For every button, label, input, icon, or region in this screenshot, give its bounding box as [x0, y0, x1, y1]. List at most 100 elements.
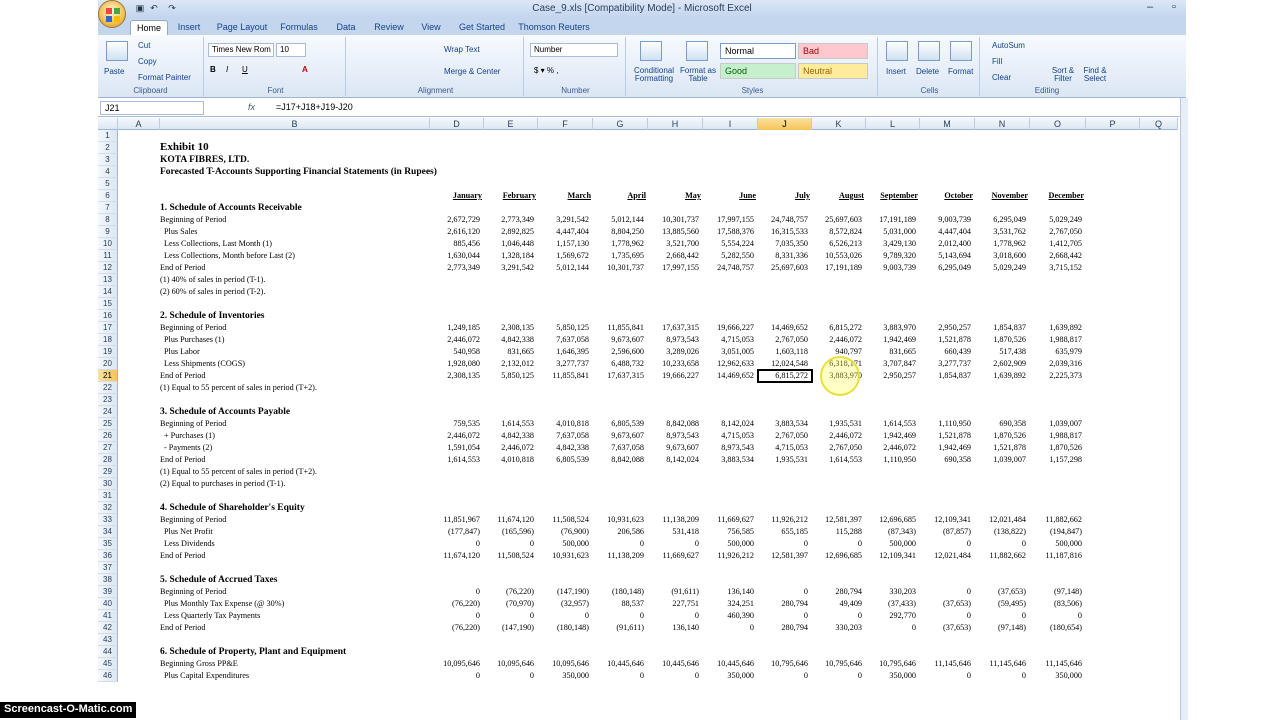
row-header-7[interactable]: 7: [98, 202, 118, 214]
table-cell[interactable]: 3,531,762: [974, 227, 1026, 236]
table-cell[interactable]: 350,000: [702, 671, 754, 680]
row-header-11[interactable]: 11: [98, 250, 118, 262]
table-cell[interactable]: (180,654): [1030, 623, 1082, 632]
table-cell[interactable]: 8,842,088: [592, 455, 644, 464]
table-cell[interactable]: 8,842,088: [647, 419, 699, 428]
office-button[interactable]: [98, 0, 126, 28]
table-cell[interactable]: 0: [810, 611, 862, 620]
table-cell[interactable]: 635,979: [1030, 347, 1082, 356]
table-cell[interactable]: 12,109,341: [864, 551, 916, 560]
table-cell[interactable]: (76,220): [428, 623, 480, 632]
row-header-26[interactable]: 26: [98, 430, 118, 442]
table-cell[interactable]: 531,418: [647, 527, 699, 536]
table-cell[interactable]: 4,715,053: [702, 431, 754, 440]
table-cell[interactable]: 7,637,058: [537, 335, 589, 344]
table-cell[interactable]: 1,591,054: [428, 443, 480, 452]
table-cell[interactable]: 0: [756, 671, 808, 680]
table-cell[interactable]: 8,973,543: [647, 431, 699, 440]
table-cell[interactable]: (37,433): [864, 599, 916, 608]
table-cell[interactable]: 10,301,737: [647, 215, 699, 224]
table-cell[interactable]: (76,900): [537, 527, 589, 536]
active-cell-J21[interactable]: [757, 369, 813, 383]
row-header-27[interactable]: 27: [98, 442, 118, 454]
table-cell[interactable]: 10,445,646: [592, 659, 644, 668]
table-cell[interactable]: 1,778,962: [974, 239, 1026, 248]
table-cell[interactable]: 9,673,607: [647, 443, 699, 452]
cut-button[interactable]: Cut: [138, 41, 150, 50]
row-header-4[interactable]: 4: [98, 166, 118, 178]
row-header-46[interactable]: 46: [98, 670, 118, 682]
table-cell[interactable]: (180,148): [592, 587, 644, 596]
table-cell[interactable]: 24,748,757: [702, 263, 754, 272]
row-label[interactable]: (2) 60% of sales in period (T-2).: [160, 287, 265, 296]
row-header-20[interactable]: 20: [98, 358, 118, 370]
table-cell[interactable]: 1,942,469: [864, 335, 916, 344]
table-cell[interactable]: 2,672,729: [428, 215, 480, 224]
style-neutral[interactable]: Neutral: [798, 63, 868, 79]
number-format-select[interactable]: Number: [530, 43, 618, 57]
table-cell[interactable]: 11,855,841: [592, 323, 644, 332]
table-cell[interactable]: 2,132,012: [482, 359, 534, 368]
table-cell[interactable]: 7,035,350: [756, 239, 808, 248]
fill-button[interactable]: Fill: [992, 57, 1002, 66]
table-cell[interactable]: 12,696,685: [864, 515, 916, 524]
table-cell[interactable]: 24,748,757: [756, 215, 808, 224]
table-cell[interactable]: 0: [810, 539, 862, 548]
table-cell[interactable]: 1,614,553: [864, 419, 916, 428]
table-cell[interactable]: 10,095,646: [482, 659, 534, 668]
table-cell[interactable]: 0: [592, 611, 644, 620]
style-bad[interactable]: Bad: [798, 43, 868, 59]
table-cell[interactable]: 1,569,672: [537, 251, 589, 260]
table-cell[interactable]: 11,145,646: [919, 659, 971, 668]
table-cell[interactable]: 12,962,633: [702, 359, 754, 368]
table-cell[interactable]: (59,495): [974, 599, 1026, 608]
table-cell[interactable]: 6,295,049: [974, 215, 1026, 224]
table-cell[interactable]: 3,277,737: [537, 359, 589, 368]
column-header-L[interactable]: L: [866, 118, 920, 130]
table-cell[interactable]: (70,970): [482, 599, 534, 608]
row-header-2[interactable]: 2: [98, 142, 118, 154]
tab-get-started[interactable]: Get Started: [456, 20, 508, 35]
table-cell[interactable]: 5,554,224: [702, 239, 754, 248]
table-cell[interactable]: 4,010,818: [537, 419, 589, 428]
table-cell[interactable]: 1,778,962: [592, 239, 644, 248]
table-cell[interactable]: (194,847): [1030, 527, 1082, 536]
table-cell[interactable]: 0: [428, 671, 480, 680]
table-cell[interactable]: 280,794: [756, 599, 808, 608]
table-cell[interactable]: 17,997,155: [647, 263, 699, 272]
column-header-Q[interactable]: Q: [1140, 118, 1178, 130]
table-cell[interactable]: (147,190): [537, 587, 589, 596]
table-cell[interactable]: 5,012,144: [537, 263, 589, 272]
table-cell[interactable]: 2,767,050: [756, 335, 808, 344]
font-color-icon[interactable]: A: [302, 65, 308, 74]
table-cell[interactable]: 3,715,152: [1030, 263, 1082, 272]
row-label[interactable]: End of Period: [160, 623, 205, 632]
month-header[interactable]: October: [919, 191, 973, 200]
table-cell[interactable]: 2,892,825: [482, 227, 534, 236]
table-cell[interactable]: 1,988,817: [1030, 335, 1082, 344]
month-header[interactable]: May: [647, 191, 701, 200]
table-cell[interactable]: 1,935,531: [810, 419, 862, 428]
table-cell[interactable]: 2,767,050: [810, 443, 862, 452]
table-cell[interactable]: 0: [428, 587, 480, 596]
table-cell[interactable]: 206,586: [592, 527, 644, 536]
table-cell[interactable]: 350,000: [537, 671, 589, 680]
bold-button[interactable]: B: [210, 65, 216, 74]
format-cells-icon[interactable]: [950, 41, 972, 61]
table-cell[interactable]: 11,187,816: [1030, 551, 1082, 560]
table-cell[interactable]: 17,191,189: [810, 263, 862, 272]
table-cell[interactable]: 17,588,376: [702, 227, 754, 236]
table-cell[interactable]: 0: [428, 539, 480, 548]
worksheet-grid[interactable]: ABDEFGHIJKLMNOPQ 1 2 Exhibit 10 3 KOTA FIBRE…: [98, 118, 1178, 720]
save-icon[interactable]: ▣: [134, 2, 146, 14]
table-cell[interactable]: 690,358: [919, 455, 971, 464]
currency-icon[interactable]: $ ▾ % ,: [534, 66, 558, 75]
table-cell[interactable]: 11,508,524: [537, 515, 589, 524]
table-cell[interactable]: 660,439: [919, 347, 971, 356]
format-painter-button[interactable]: Format Painter: [138, 73, 191, 82]
underline-button[interactable]: U: [242, 65, 248, 74]
table-cell[interactable]: 2,308,135: [428, 371, 480, 380]
table-cell[interactable]: 324,251: [702, 599, 754, 608]
table-cell[interactable]: 1,870,526: [1030, 443, 1082, 452]
table-cell[interactable]: 4,842,338: [537, 443, 589, 452]
